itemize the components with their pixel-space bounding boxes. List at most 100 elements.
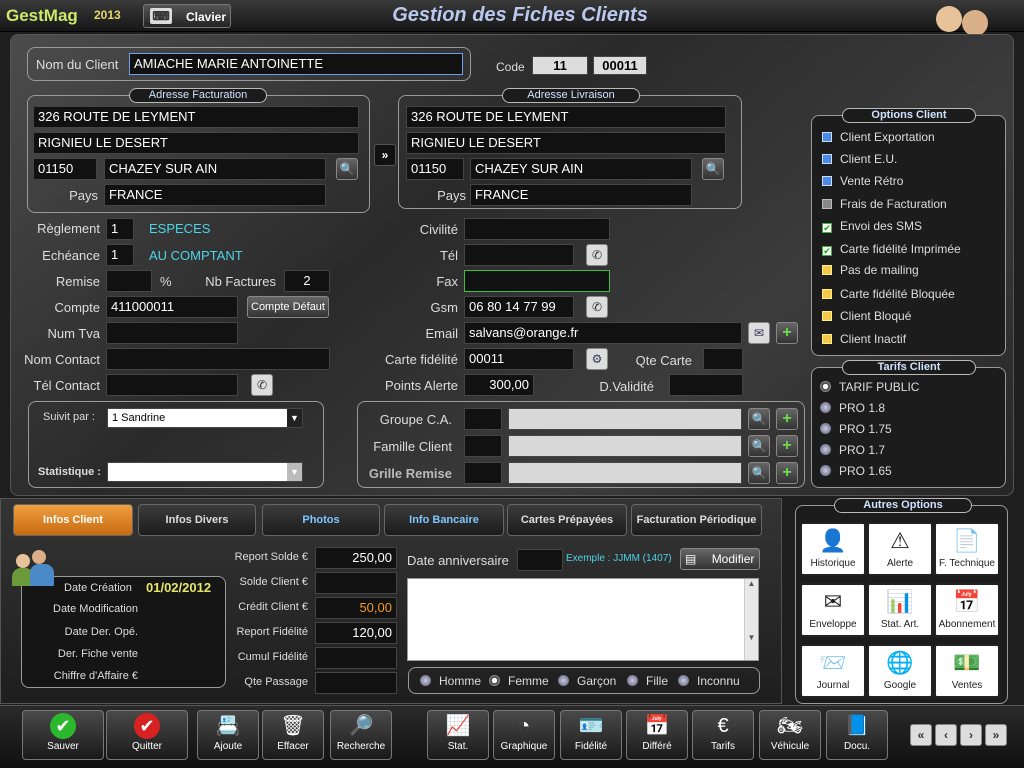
groupe-ca-search-icon[interactable]: 🔍 bbox=[748, 408, 770, 430]
delivery-zip-input[interactable]: 01150 bbox=[406, 158, 464, 180]
famille-client-search-icon[interactable]: 🔍 bbox=[748, 435, 770, 457]
grille-remise-name-input[interactable] bbox=[508, 462, 742, 484]
autres-historique-button[interactable]: 👤 Historique bbox=[800, 522, 866, 576]
report-fidelite-input[interactable]: 120,00 bbox=[315, 622, 397, 644]
delivery-city-search-button[interactable]: 🔍 bbox=[702, 158, 724, 180]
d-validite-input[interactable] bbox=[669, 374, 743, 396]
tab-facturation-p-riodique[interactable]: Facturation Périodique bbox=[631, 504, 762, 536]
notes-textarea[interactable] bbox=[407, 578, 759, 661]
nb-factures-input[interactable]: 2 bbox=[284, 270, 330, 292]
modifier-button[interactable]: ▤ Modifier bbox=[680, 548, 760, 570]
famille-client-name-input[interactable] bbox=[508, 435, 742, 457]
notes-scrollbar[interactable]: ▲ ▼ bbox=[744, 579, 758, 660]
tab-cartes-pr-pay-es[interactable]: Cartes Prépayées bbox=[507, 504, 627, 536]
tel-phone-icon[interactable]: ✆ bbox=[586, 244, 608, 266]
gender-option-1[interactable]: Femme bbox=[489, 674, 549, 688]
num-tva-input[interactable] bbox=[106, 322, 238, 344]
email-input[interactable]: salvans@orange.fr bbox=[464, 322, 742, 344]
delivery-city-input[interactable]: CHAZEY SUR AIN bbox=[470, 158, 692, 180]
toolbar-graphique-button[interactable]: ◔ Graphique bbox=[493, 710, 555, 760]
toolbar-stat--button[interactable]: 📈 Stat. bbox=[427, 710, 489, 760]
credit-client-input[interactable]: 50,00 bbox=[315, 597, 397, 619]
billing-line2-input[interactable]: RIGNIEU LE DESERT bbox=[33, 132, 359, 154]
option-2[interactable]: Vente Rétro bbox=[822, 174, 903, 188]
checkbox-icon[interactable] bbox=[822, 289, 832, 299]
billing-city-search-button[interactable]: 🔍 bbox=[336, 158, 358, 180]
client-name-input[interactable]: AMIACHE MARIE ANTOINETTE bbox=[129, 53, 463, 75]
next-record-icon[interactable]: › bbox=[960, 724, 982, 746]
tarif-option-0[interactable]: TARIF PUBLIC bbox=[820, 380, 919, 394]
billing-country-input[interactable]: FRANCE bbox=[104, 184, 326, 206]
autres-google-button[interactable]: 🌐 Google bbox=[867, 644, 933, 698]
tel-input[interactable] bbox=[464, 244, 574, 266]
option-3[interactable]: Frais de Facturation bbox=[822, 197, 947, 211]
toolbar-tarifs-button[interactable]: € Tarifs bbox=[692, 710, 754, 760]
civilite-input[interactable] bbox=[464, 218, 610, 240]
radio-icon[interactable] bbox=[820, 444, 831, 455]
radio-icon[interactable] bbox=[420, 675, 431, 686]
compte-defaut-button[interactable]: Compte Défaut bbox=[247, 296, 329, 318]
option-9[interactable]: Client Inactif bbox=[822, 332, 906, 346]
autres-ventes-button[interactable]: 💵 Ventes bbox=[934, 644, 1000, 698]
compte-input[interactable]: 411000011 bbox=[106, 296, 238, 318]
cumul-fidelite-input[interactable] bbox=[315, 647, 397, 669]
tarif-option-1[interactable]: PRO 1.8 bbox=[820, 401, 885, 415]
autres-abonnement-button[interactable]: 📅 Abonnement bbox=[934, 583, 1000, 637]
grille-remise-code-input[interactable] bbox=[464, 462, 502, 484]
tab-photos[interactable]: Photos bbox=[262, 504, 380, 536]
gender-option-4[interactable]: Inconnu bbox=[678, 674, 740, 688]
nom-contact-input[interactable] bbox=[106, 348, 330, 370]
code-number-field[interactable]: 00011 bbox=[593, 56, 647, 75]
toolbar-effacer-button[interactable]: 🗑 Effacer bbox=[262, 710, 324, 760]
delivery-line2-input[interactable]: RIGNIEU LE DESERT bbox=[406, 132, 726, 154]
toolbar-diff-r--button[interactable]: 📅 Différé bbox=[626, 710, 688, 760]
option-6[interactable]: Pas de mailing bbox=[822, 263, 919, 277]
qte-carte-input[interactable] bbox=[703, 348, 743, 370]
tab-infos-divers[interactable]: Infos Divers bbox=[138, 504, 256, 536]
email-send-icon[interactable]: ✉ bbox=[748, 322, 770, 344]
checkbox-icon[interactable] bbox=[822, 199, 832, 209]
autres-journal-button[interactable]: 📨 Journal bbox=[800, 644, 866, 698]
reglement-code-input[interactable]: 1 bbox=[106, 218, 134, 240]
suivi-dropdown-icon[interactable]: ▼ bbox=[287, 409, 302, 427]
famille-client-add-icon[interactable]: + bbox=[776, 435, 798, 457]
radio-icon[interactable] bbox=[820, 465, 831, 476]
points-alerte-input[interactable]: 300,00 bbox=[464, 374, 534, 396]
fax-input[interactable] bbox=[464, 270, 610, 292]
radio-icon[interactable] bbox=[558, 675, 569, 686]
suivi-select[interactable]: 1 Sandrine bbox=[107, 408, 303, 428]
remise-input[interactable] bbox=[106, 270, 152, 292]
gsm-phone-icon[interactable]: ✆ bbox=[586, 296, 608, 318]
statistique-dropdown-icon[interactable]: ▼ bbox=[287, 463, 302, 481]
checkbox-icon[interactable] bbox=[822, 311, 832, 321]
billing-zip-input[interactable]: 01150 bbox=[33, 158, 97, 180]
gender-option-0[interactable]: Homme bbox=[420, 674, 481, 688]
checkbox-checked-icon[interactable]: ✔ bbox=[822, 223, 832, 233]
toolbar-docu--button[interactable]: 📘 Docu. bbox=[826, 710, 888, 760]
code-prefix-field[interactable]: 11 bbox=[532, 56, 588, 75]
checkbox-icon[interactable] bbox=[822, 132, 832, 142]
tab-info-bancaire[interactable]: Info Bancaire bbox=[384, 504, 504, 536]
checkbox-icon[interactable] bbox=[822, 154, 832, 164]
groupe-ca-code-input[interactable] bbox=[464, 408, 502, 430]
tel-contact-input[interactable] bbox=[106, 374, 238, 396]
tarif-option-3[interactable]: PRO 1.7 bbox=[820, 443, 885, 457]
checkbox-checked-icon[interactable]: ✔ bbox=[822, 246, 832, 256]
famille-client-code-input[interactable] bbox=[464, 435, 502, 457]
radio-icon[interactable] bbox=[489, 675, 500, 686]
option-5[interactable]: ✔ Carte fidélité Imprimée bbox=[822, 242, 961, 256]
radio-icon[interactable] bbox=[627, 675, 638, 686]
first-record-icon[interactable]: « bbox=[910, 724, 932, 746]
delivery-line1-input[interactable]: 326 ROUTE DE LEYMENT bbox=[406, 106, 726, 128]
echeance-code-input[interactable]: 1 bbox=[106, 244, 134, 266]
radio-icon[interactable] bbox=[820, 381, 831, 392]
option-8[interactable]: Client Bloqué bbox=[822, 309, 911, 323]
option-4[interactable]: ✔ Envoi des SMS bbox=[822, 219, 922, 233]
statistique-select[interactable] bbox=[107, 462, 303, 482]
keyboard-button[interactable]: ⌨ Clavier bbox=[143, 4, 231, 28]
carte-fidelite-input[interactable]: 00011 bbox=[464, 348, 574, 370]
groupe-ca-name-input[interactable] bbox=[508, 408, 742, 430]
solde-client-input[interactable] bbox=[315, 572, 397, 594]
delivery-country-input[interactable]: FRANCE bbox=[470, 184, 692, 206]
tarif-option-2[interactable]: PRO 1.75 bbox=[820, 422, 892, 436]
